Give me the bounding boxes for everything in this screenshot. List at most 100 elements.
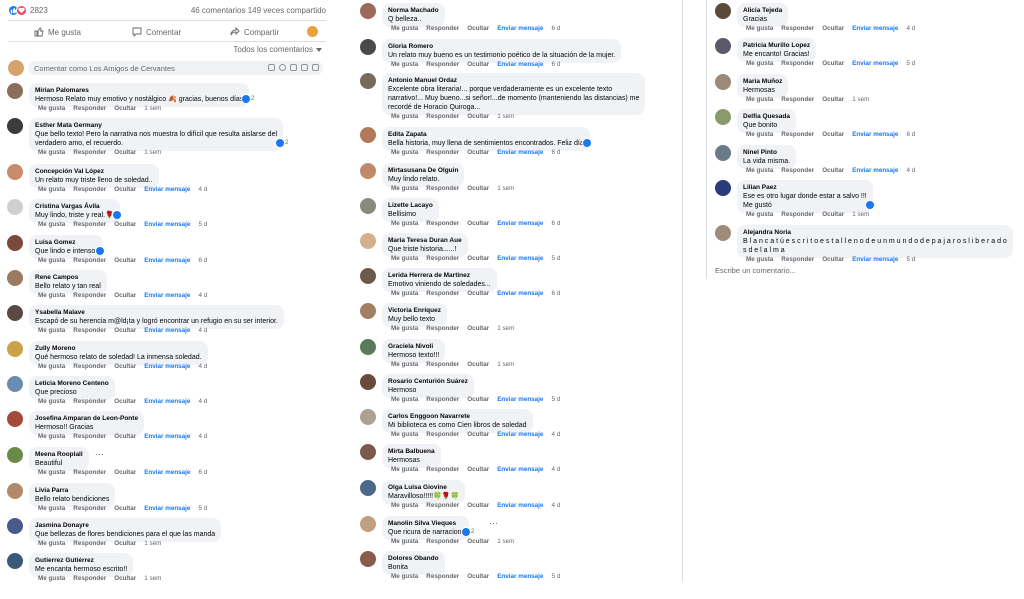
like-comment-link[interactable]: Me gusta — [391, 290, 418, 297]
comment-timestamp[interactable]: 6 d — [906, 131, 915, 138]
hide-link[interactable]: Ocultar — [114, 186, 136, 193]
comment-timestamp[interactable]: 5 d — [906, 256, 915, 263]
hide-link[interactable]: Ocultar — [467, 290, 489, 297]
like-comment-link[interactable]: Me gusta — [746, 167, 773, 174]
reply-link[interactable]: Responder — [781, 211, 814, 218]
commenter-name[interactable]: Gutierrez Gutiérrez — [35, 556, 127, 565]
comment-timestamp[interactable]: 4 d — [198, 186, 207, 193]
comment-timestamp[interactable]: 5 d — [551, 573, 560, 580]
avatar[interactable] — [360, 73, 376, 89]
hide-link[interactable]: Ocultar — [114, 575, 136, 582]
send-message-link[interactable]: Enviar mensaje — [852, 167, 898, 174]
comment-timestamp[interactable]: 5 d — [198, 505, 207, 512]
like-comment-link[interactable]: Me gusta — [38, 363, 65, 370]
hide-link[interactable]: Ocultar — [467, 431, 489, 438]
commenter-name[interactable]: Zully Moreno — [35, 344, 202, 353]
comment-timestamp[interactable]: 1 sem — [144, 540, 161, 547]
like-comment-link[interactable]: Me gusta — [38, 469, 65, 476]
hide-link[interactable]: Ocultar — [822, 96, 844, 103]
reply-link[interactable]: Responder — [73, 221, 106, 228]
commenter-name[interactable]: Edita Zapata — [388, 130, 584, 139]
send-message-link[interactable]: Enviar mensaje — [144, 505, 190, 512]
page-avatar-selector[interactable] — [307, 26, 318, 37]
reply-link[interactable]: Responder — [73, 257, 106, 264]
avatar[interactable] — [7, 270, 23, 286]
reply-link[interactable]: Responder — [73, 149, 106, 156]
commenter-name[interactable]: Manolin Silva Vieques — [388, 519, 463, 528]
avatar[interactable] — [7, 483, 23, 499]
send-message-link[interactable]: Enviar mensaje — [497, 220, 543, 227]
hide-link[interactable]: Ocultar — [822, 211, 844, 218]
send-message-link[interactable]: Enviar mensaje — [144, 469, 190, 476]
avatar[interactable] — [7, 199, 23, 215]
like-comment-link[interactable]: Me gusta — [391, 361, 418, 368]
comment-timestamp[interactable]: 6 d — [551, 149, 560, 156]
commenter-name[interactable]: Esther Mata Germany — [35, 121, 277, 130]
like-comment-link[interactable]: Me gusta — [391, 220, 418, 227]
comment-reaction-badge[interactable]: 2 — [275, 138, 290, 147]
commenter-name[interactable]: Alicia Tejeda — [743, 6, 782, 15]
avatar[interactable] — [715, 145, 731, 161]
commenter-name[interactable]: Mirian Palomares — [35, 86, 243, 95]
comment-timestamp[interactable]: 5 d — [198, 221, 207, 228]
avatar[interactable] — [7, 118, 23, 134]
like-comment-link[interactable]: Me gusta — [38, 186, 65, 193]
reply-link[interactable]: Responder — [73, 327, 106, 334]
hide-link[interactable]: Ocultar — [467, 113, 489, 120]
avatar[interactable] — [715, 3, 731, 19]
hide-link[interactable]: Ocultar — [114, 433, 136, 440]
commenter-name[interactable]: Victoria Enríquez — [388, 306, 441, 315]
reply-link[interactable]: Responder — [73, 398, 106, 405]
avatar[interactable] — [7, 447, 23, 463]
commenter-name[interactable]: Dolores Obando — [388, 554, 439, 563]
commenter-name[interactable]: Gloria Romero — [388, 42, 615, 51]
reply-link[interactable]: Responder — [426, 220, 459, 227]
commenter-name[interactable]: Alejandra Noria — [743, 228, 1007, 237]
comment-timestamp[interactable]: 6 d — [551, 290, 560, 297]
reply-link[interactable]: Responder — [426, 573, 459, 580]
comment-timestamp[interactable]: 4 d — [906, 25, 915, 32]
like-comment-link[interactable]: Me gusta — [38, 575, 65, 582]
like-comment-link[interactable]: Me gusta — [391, 573, 418, 580]
hide-link[interactable]: Ocultar — [467, 61, 489, 68]
like-comment-link[interactable]: Me gusta — [746, 211, 773, 218]
like-comment-link[interactable]: Me gusta — [391, 502, 418, 509]
avatar[interactable] — [715, 109, 731, 125]
like-comment-link[interactable]: Me gusta — [38, 292, 65, 299]
hide-link[interactable]: Ocultar — [467, 466, 489, 473]
hide-link[interactable]: Ocultar — [467, 538, 489, 545]
like-comment-link[interactable]: Me gusta — [391, 325, 418, 332]
more-options-icon[interactable]: ··· — [489, 518, 498, 528]
commenter-name[interactable]: Rene Campos — [35, 273, 101, 282]
commenter-name[interactable]: Jasmina Donayre — [35, 521, 215, 530]
like-comment-link[interactable]: Me gusta — [391, 466, 418, 473]
commenter-name[interactable]: Livia Parra — [35, 486, 109, 495]
like-comment-link[interactable]: Me gusta — [38, 257, 65, 264]
reply-link[interactable]: Responder — [73, 469, 106, 476]
comment-timestamp[interactable]: 6 d — [551, 220, 560, 227]
hide-link[interactable]: Ocultar — [114, 540, 136, 547]
reply-link[interactable]: Responder — [73, 186, 106, 193]
like-comment-link[interactable]: Me gusta — [746, 60, 773, 67]
reply-link[interactable]: Responder — [781, 256, 814, 263]
write-comment-input[interactable]: Escribe un comentario... — [715, 266, 796, 275]
like-comment-link[interactable]: Me gusta — [391, 113, 418, 120]
reply-link[interactable]: Responder — [781, 131, 814, 138]
hide-link[interactable]: Ocultar — [467, 220, 489, 227]
keyboard-icon[interactable] — [268, 64, 275, 71]
share-post-button[interactable]: Compartir — [230, 26, 279, 38]
comment-timestamp[interactable]: 1 sem — [144, 575, 161, 582]
like-comment-link[interactable]: Me gusta — [746, 25, 773, 32]
reply-link[interactable]: Responder — [426, 466, 459, 473]
send-message-link[interactable]: Enviar mensaje — [497, 149, 543, 156]
comment-timestamp[interactable]: 4 d — [551, 431, 560, 438]
hide-link[interactable]: Ocultar — [114, 469, 136, 476]
like-comment-link[interactable]: Me gusta — [38, 433, 65, 440]
avatar[interactable] — [360, 39, 376, 55]
avatar[interactable] — [360, 444, 376, 460]
reply-link[interactable]: Responder — [781, 167, 814, 174]
hide-link[interactable]: Ocultar — [114, 292, 136, 299]
send-message-link[interactable]: Enviar mensaje — [144, 363, 190, 370]
avatar[interactable] — [360, 233, 376, 249]
send-message-link[interactable]: Enviar mensaje — [144, 221, 190, 228]
